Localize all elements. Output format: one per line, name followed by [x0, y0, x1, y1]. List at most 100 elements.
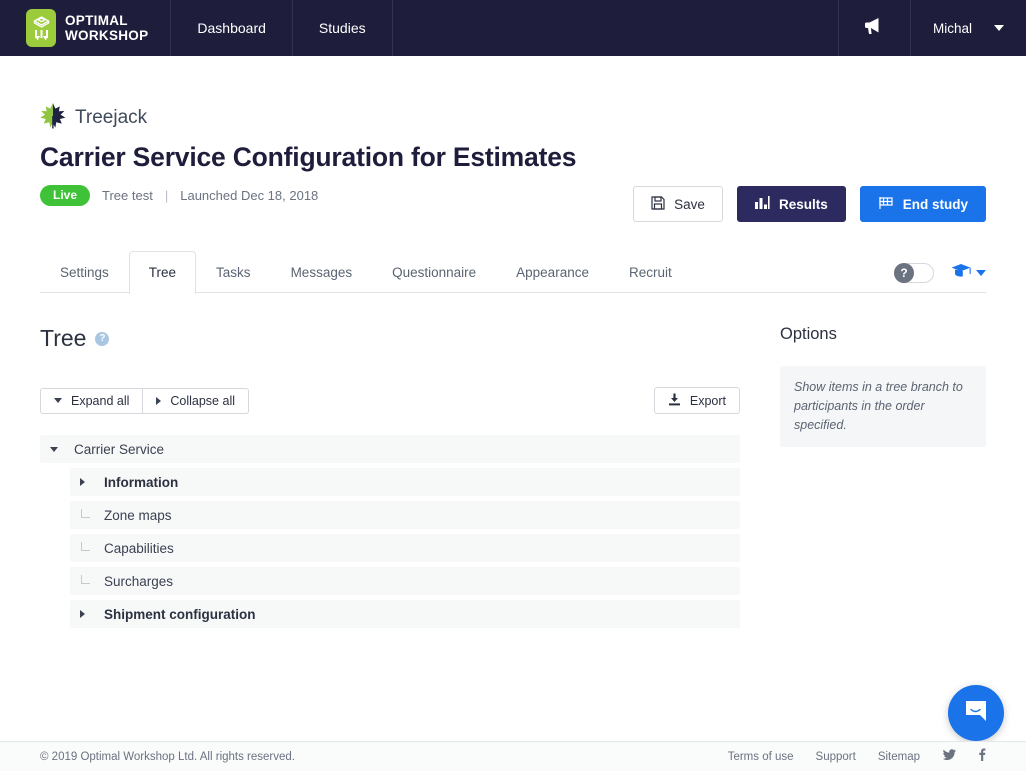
tree-list: Carrier Service Information Zone maps Ca…: [40, 435, 740, 628]
tab-appearance[interactable]: Appearance: [496, 251, 609, 294]
tab-questionnaire[interactable]: Questionnaire: [372, 251, 496, 294]
megaphone-icon: [863, 16, 885, 41]
floppy-disk-icon: [651, 195, 665, 213]
product-name: Treejack: [75, 107, 148, 128]
chat-bubble-icon: [963, 698, 989, 729]
chat-launcher-button[interactable]: [948, 685, 1004, 741]
study-type: Tree test: [102, 188, 153, 203]
export-label: Export: [689, 393, 726, 408]
tree-node-carrier-service[interactable]: Carrier Service: [40, 435, 740, 463]
tree-node-label: Zone maps: [104, 507, 172, 523]
status-badge: Live: [40, 185, 91, 206]
caret-down-icon: [54, 398, 62, 403]
user-menu-label: Michal: [932, 20, 972, 36]
tree-node-shipment-configuration[interactable]: Shipment configuration: [70, 600, 740, 628]
tab-bar: Settings Tree Tasks Messages Questionnai…: [40, 247, 986, 294]
tree-heading: Tree: [40, 325, 87, 351]
caret-right-icon[interactable]: [80, 610, 104, 618]
tree-node-information[interactable]: Information: [70, 468, 740, 496]
nav-link-dashboard-label: Dashboard: [197, 20, 266, 36]
footer-links: Terms of use Support Sitemap: [728, 748, 986, 766]
tree-heading-row: Tree ?: [40, 325, 740, 352]
results-button[interactable]: Results: [736, 186, 846, 222]
tree-node-capabilities[interactable]: Capabilities: [70, 534, 740, 562]
question-mark-circle-icon[interactable]: ?: [95, 331, 110, 346]
tree-node-label: Shipment configuration: [104, 606, 256, 622]
tree-toolbar: Expand all Collapse all Export: [40, 387, 740, 414]
tree-node-label: Carrier Service: [74, 441, 165, 457]
chevron-down-icon: [994, 25, 1004, 31]
tab-questionnaire-label: Questionnaire: [392, 265, 477, 280]
tab-recruit[interactable]: Recruit: [609, 251, 692, 294]
caret-right-icon[interactable]: [80, 478, 104, 486]
page-title: Carrier Service Configuration for Estima…: [40, 142, 577, 172]
tab-bar-tools: ?: [894, 263, 986, 283]
tree-node-zone-maps[interactable]: Zone maps: [70, 501, 740, 529]
tab-appearance-label: Appearance: [516, 265, 589, 280]
save-button-label: Save: [674, 196, 705, 212]
treejack-leaf-icon: [40, 102, 66, 134]
options-title: Options: [780, 325, 837, 343]
footer-link-sitemap[interactable]: Sitemap: [878, 751, 920, 763]
brand-line-2: WORKSHOP: [65, 28, 149, 43]
download-icon: [668, 393, 681, 409]
tab-tasks[interactable]: Tasks: [196, 251, 271, 294]
tab-messages[interactable]: Messages: [271, 251, 373, 294]
tree-node-label: Surcharges: [104, 573, 174, 589]
study-header: Treejack Carrier Service Configuration f…: [40, 56, 986, 222]
top-navigation-bar: OPTIMAL WORKSHOP Dashboard Studies Micha…: [0, 0, 1026, 56]
help-mode-toggle[interactable]: ?: [894, 263, 934, 283]
announcements-button[interactable]: [837, 0, 910, 56]
tree-column: Tree ? Expand all Collapse all Export Ca…: [40, 325, 740, 633]
caret-down-icon[interactable]: [50, 446, 74, 452]
tree-node-surcharges[interactable]: Surcharges: [70, 567, 740, 595]
main-columns: Tree ? Expand all Collapse all Export Ca…: [40, 293, 986, 633]
collapse-all-button[interactable]: Collapse all: [143, 387, 249, 414]
meta-separator: |: [164, 188, 169, 203]
brand-logo[interactable]: OPTIMAL WORKSHOP: [0, 0, 172, 56]
leaf-corner-icon: [80, 542, 104, 554]
tree-node-label: Information: [104, 474, 179, 490]
chevron-down-icon: [976, 270, 986, 276]
brand-line-1: OPTIMAL: [65, 12, 128, 28]
graduation-cap-icon: [951, 263, 971, 283]
study-actions: Save Results End study: [633, 186, 986, 222]
learn-menu[interactable]: [951, 263, 986, 283]
end-study-button[interactable]: End study: [859, 186, 986, 222]
export-button[interactable]: Export: [653, 387, 740, 414]
brand-wordmark: OPTIMAL WORKSHOP: [65, 12, 149, 43]
options-hint: Show items in a tree branch to participa…: [780, 366, 986, 447]
optimal-workshop-logo-icon: [26, 9, 56, 47]
user-menu[interactable]: Michal: [909, 0, 1026, 56]
results-button-label: Results: [778, 196, 828, 212]
collapse-all-label: Collapse all: [170, 393, 235, 408]
nav-link-dashboard[interactable]: Dashboard: [171, 0, 293, 56]
expand-all-button[interactable]: Expand all: [40, 387, 144, 414]
launch-date: Launched Dec 18, 2018: [180, 188, 319, 203]
footer-link-terms[interactable]: Terms of use: [728, 751, 794, 763]
leaf-corner-icon: [80, 509, 104, 521]
footer-link-support[interactable]: Support: [816, 751, 856, 763]
nav-link-studies-label: Studies: [318, 20, 366, 36]
flag-icon: [878, 196, 894, 213]
tab-recruit-label: Recruit: [628, 265, 672, 280]
caret-right-icon: [156, 396, 162, 405]
facebook-icon[interactable]: [978, 748, 986, 766]
product-row: Treejack: [40, 102, 986, 134]
save-button[interactable]: Save: [633, 186, 723, 222]
options-panel: Options Show items in a tree branch to p…: [780, 325, 986, 633]
tab-settings-label: Settings: [60, 265, 109, 280]
tab-list: Settings Tree Tasks Messages Questionnai…: [40, 247, 986, 294]
leaf-corner-icon: [80, 575, 104, 587]
tab-tree[interactable]: Tree: [128, 251, 197, 294]
tab-settings[interactable]: Settings: [40, 251, 129, 294]
tree-node-label: Capabilities: [104, 540, 174, 556]
twitter-icon[interactable]: [942, 748, 956, 766]
nav-link-studies[interactable]: Studies: [293, 0, 393, 56]
tab-messages-label: Messages: [290, 265, 353, 280]
tab-tree-label: Tree: [148, 265, 177, 280]
page-footer: © 2019 Optimal Workshop Ltd. All rights …: [0, 741, 1026, 771]
bar-chart-icon: [754, 195, 770, 213]
tab-tasks-label: Tasks: [216, 265, 251, 280]
